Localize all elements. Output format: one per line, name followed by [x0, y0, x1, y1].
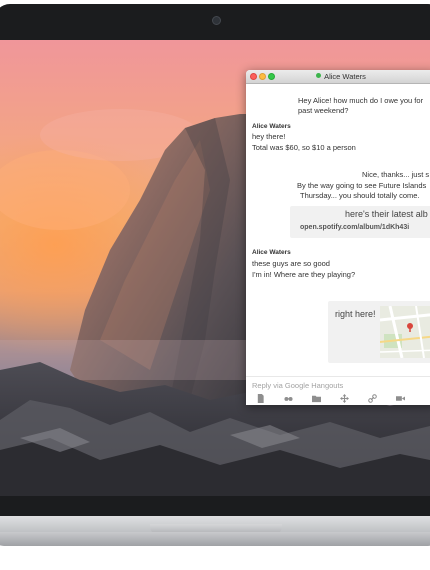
move-icon[interactable]: [338, 393, 350, 405]
video-camera-icon[interactable]: [394, 393, 406, 405]
message-sender: Alice Waters: [252, 249, 291, 256]
location-label: right here!: [335, 309, 376, 319]
link-preview-title: here's their latest alb: [345, 209, 428, 219]
reply-input[interactable]: [252, 379, 422, 391]
message-list: Hey Alice! how much do I owe you for pas…: [246, 84, 430, 376]
link-icon[interactable]: [366, 393, 378, 405]
document-icon[interactable]: [254, 393, 266, 405]
map-thumbnail-graphic: [380, 306, 430, 358]
incoming-message-line: hey there!: [252, 132, 286, 141]
outgoing-message-line: past weekend?: [298, 106, 349, 115]
link-preview-card[interactable]: here's their latest alb open.spotify.com…: [290, 206, 430, 238]
incoming-message-line: these guys are so good: [252, 259, 330, 268]
sunglasses-icon[interactable]: [282, 393, 294, 405]
online-presence-icon: [316, 73, 322, 78]
incoming-message-line: I'm in! Where are they playing?: [252, 270, 356, 279]
map-thumbnail[interactable]: [380, 306, 430, 358]
outgoing-message-line: By the way going to see Future Islands: [297, 181, 427, 190]
camera: [212, 16, 221, 25]
outgoing-message-line: Thursday... you should totally come.: [300, 191, 420, 200]
incoming-message-line: Total was $60, so $10 a person: [252, 143, 356, 152]
link-preview-url[interactable]: open.spotify.com/album/1dKh43i: [300, 224, 409, 231]
window-title-wrap: Alice Waters: [246, 71, 430, 83]
folder-icon[interactable]: [310, 393, 322, 405]
outgoing-message-line: Nice, thanks... just s: [362, 170, 430, 179]
window-title: Alice Waters: [324, 72, 366, 81]
message-sender: Alice Waters: [252, 123, 291, 130]
window-titlebar[interactable]: Alice Waters: [246, 70, 430, 84]
outgoing-message-line: Hey Alice! how much do I owe you for: [298, 96, 424, 105]
reply-area: [246, 376, 430, 405]
laptop-base: [0, 532, 430, 546]
location-share-card[interactable]: right here!: [328, 301, 430, 363]
hangouts-chat-window: Alice Waters Hey Alice! how much do I ow…: [246, 70, 430, 405]
compose-toolbar: [246, 393, 430, 405]
